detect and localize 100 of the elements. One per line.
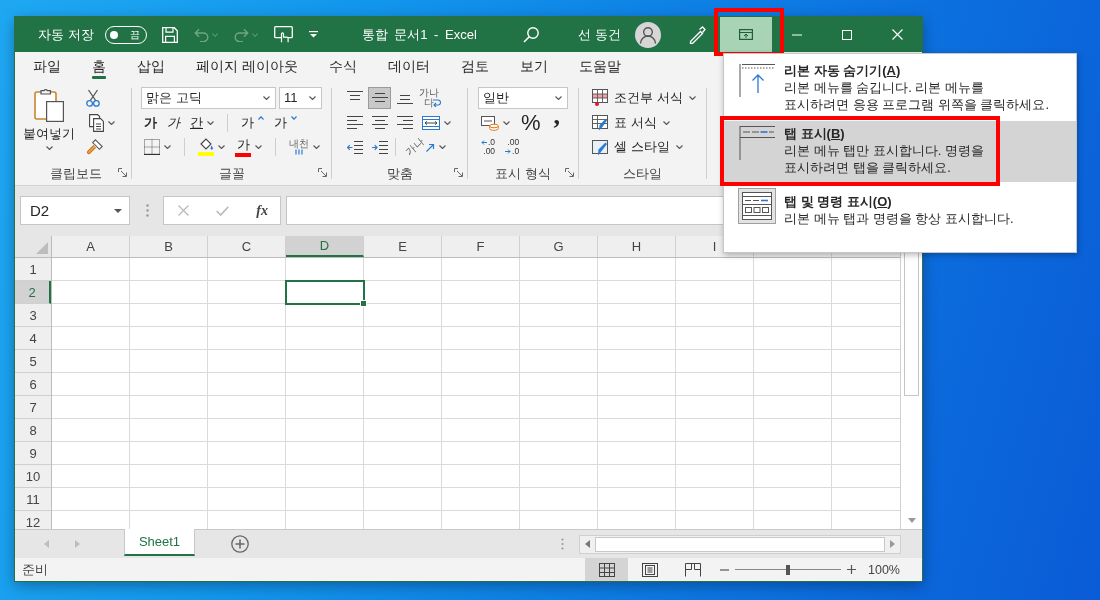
ribbon-tab[interactable]: 데이터 — [379, 52, 438, 80]
row-header[interactable]: 10 — [15, 465, 51, 488]
ribbon-tab[interactable]: 페이지 레이아웃 — [188, 52, 306, 80]
phonetic-guide-button[interactable]: 내천 — [286, 136, 323, 159]
normal-view-button[interactable] — [585, 558, 628, 581]
vertical-dots-icon[interactable] — [146, 204, 149, 217]
column-header[interactable]: A — [52, 236, 130, 257]
corner-arrow-icon[interactable] — [318, 168, 327, 177]
column-header[interactable]: E — [364, 236, 442, 257]
paintbrush-icon[interactable] — [86, 139, 103, 156]
left-triangle-icon — [44, 540, 49, 548]
conditional-formatting-button[interactable]: 조건부 서식 — [589, 86, 699, 109]
font-name-combobox[interactable]: 맑은 고딕 — [141, 86, 276, 109]
avatar-icon[interactable] — [635, 21, 661, 48]
row-header[interactable]: 11 — [15, 488, 51, 511]
left-triangle-icon — [585, 540, 590, 548]
underline-button[interactable]: 간 — [187, 111, 217, 134]
chevron-icon — [45, 146, 53, 150]
plus-icon[interactable] — [847, 565, 856, 574]
menu-item[interactable]: 탭 표시(B) 리본 메뉴 탭만 표시합니다. 명령을 표시하려면 탭을 클릭하세요. — [724, 121, 1076, 182]
zoom-slider-thumb[interactable] — [786, 564, 790, 575]
number-format-combobox[interactable]: 일반 — [478, 86, 568, 109]
copy-button[interactable] — [86, 111, 118, 134]
format-as-table-button[interactable]: 표 서식 — [589, 111, 673, 134]
align-right-icon[interactable] — [396, 116, 413, 129]
corner-arrow-icon[interactable] — [454, 168, 463, 177]
handle-square-icon[interactable] — [360, 300, 367, 307]
corner-arrow-icon[interactable] — [565, 168, 574, 177]
plus-circle-icon[interactable] — [231, 535, 249, 553]
bill-coins-icon — [481, 114, 499, 131]
sheet-tab[interactable]: Sheet1 — [124, 529, 195, 556]
search-icon[interactable] — [523, 26, 540, 43]
save-icon[interactable] — [161, 26, 178, 43]
box-pen-icon — [592, 138, 608, 156]
cell-styles-button[interactable]: 셀 스타일 — [589, 136, 686, 159]
row-header[interactable]: 5 — [15, 350, 51, 373]
column-header[interactable]: B — [130, 236, 208, 257]
column-header[interactable]: H — [598, 236, 676, 257]
chevron-icon — [555, 95, 562, 100]
ribbon-tab[interactable]: 삽입 — [129, 52, 173, 80]
italic-button[interactable]: 가 — [164, 111, 183, 134]
ribbon-tab[interactable]: 도움말 — [570, 52, 629, 80]
row-header[interactable]: 6 — [15, 373, 51, 396]
scrollbar-thumb[interactable] — [595, 536, 885, 552]
chevron-icon — [218, 145, 225, 150]
paste-button[interactable]: 붙여넣기 — [20, 86, 78, 159]
split-page-icon — [684, 562, 701, 577]
corner-arrow-icon[interactable] — [118, 168, 127, 177]
menu-item[interactable]: 리본 자동 숨기기(A) 리본 메뉴를 숨깁니다. 리본 메뉴를 표시하려면 응용 프로그램 위쪽을 클릭하세요. — [724, 58, 1076, 119]
down-triangle-icon — [114, 208, 122, 213]
shrink-font-button[interactable]: 가 — [271, 111, 300, 134]
fill-color-button[interactable] — [195, 136, 228, 159]
caret-down-icon — [291, 115, 297, 120]
ribbon-tab[interactable]: 검토 — [452, 52, 497, 80]
ribbon-tab[interactable]: 홈 — [84, 52, 114, 80]
monitor-hand-icon[interactable] — [273, 26, 293, 43]
scissors-icon[interactable] — [86, 88, 100, 107]
increase-decimal-button[interactable]: .0 .00 — [478, 136, 499, 159]
horizontal-scrollbar[interactable] — [579, 534, 901, 554]
percent-style-button[interactable]: % — [517, 111, 545, 134]
minus-icon[interactable] — [720, 568, 729, 571]
menu-item[interactable]: 탭 및 명령 표시(O) 리본 메뉴 탭과 명령을 항상 표시합니다. — [724, 184, 1076, 233]
bold-button[interactable]: 가 — [141, 111, 160, 134]
font-color-button[interactable]: 가 — [232, 136, 265, 159]
insert-function-button[interactable]: fx — [256, 202, 268, 219]
align-left-icon[interactable] — [346, 116, 363, 129]
row-header[interactable]: 9 — [15, 442, 51, 465]
row-header[interactable]: 4 — [15, 327, 51, 350]
wrap-text-button[interactable]: 가나다 — [418, 86, 441, 109]
decrease-decimal-button[interactable]: .00 .0 — [502, 136, 523, 159]
row-header[interactable]: 7 — [15, 396, 51, 419]
ribbon-tab[interactable]: 보기 — [511, 52, 556, 80]
row-header[interactable]: 2 — [15, 281, 51, 304]
increase-indent-icon[interactable] — [371, 140, 388, 154]
align-center-icon[interactable] — [371, 116, 388, 129]
group-label: 클립보드 — [49, 165, 102, 183]
active-cell[interactable] — [285, 280, 365, 305]
toggle-knob-icon — [109, 30, 118, 39]
orientation-button[interactable]: 가나 — [402, 136, 449, 159]
ribbon-tab[interactable]: 파일 — [25, 52, 69, 80]
row-header[interactable]: 8 — [15, 419, 51, 442]
comma-style-button[interactable]: , — [548, 111, 566, 134]
vertical-dots-icon[interactable] — [561, 538, 564, 550]
column-header[interactable]: F — [442, 236, 520, 257]
decrease-indent-icon[interactable] — [346, 140, 363, 154]
font-size-combobox[interactable]: 11 — [279, 86, 322, 109]
column-header[interactable]: G — [520, 236, 598, 257]
ribbon-tab[interactable]: 수식 — [320, 52, 365, 80]
align-middle-button[interactable] — [368, 86, 391, 109]
pen-icon[interactable] — [688, 25, 706, 44]
window-title: 통합 문서1 - Excel — [361, 25, 477, 44]
column-header[interactable]: D — [286, 236, 364, 257]
chevron-icon — [688, 95, 696, 100]
autosave-label: 자동 저장 — [38, 25, 94, 44]
dropdown-arrow-icon[interactable] — [308, 31, 318, 38]
zoom-level[interactable]: 100% — [868, 562, 900, 577]
row-header[interactable]: 3 — [15, 304, 51, 327]
grow-font-button[interactable]: 가 — [238, 111, 267, 134]
name-box[interactable]: D2 — [20, 196, 130, 225]
ribbon-display-options-button[interactable] — [720, 17, 772, 52]
